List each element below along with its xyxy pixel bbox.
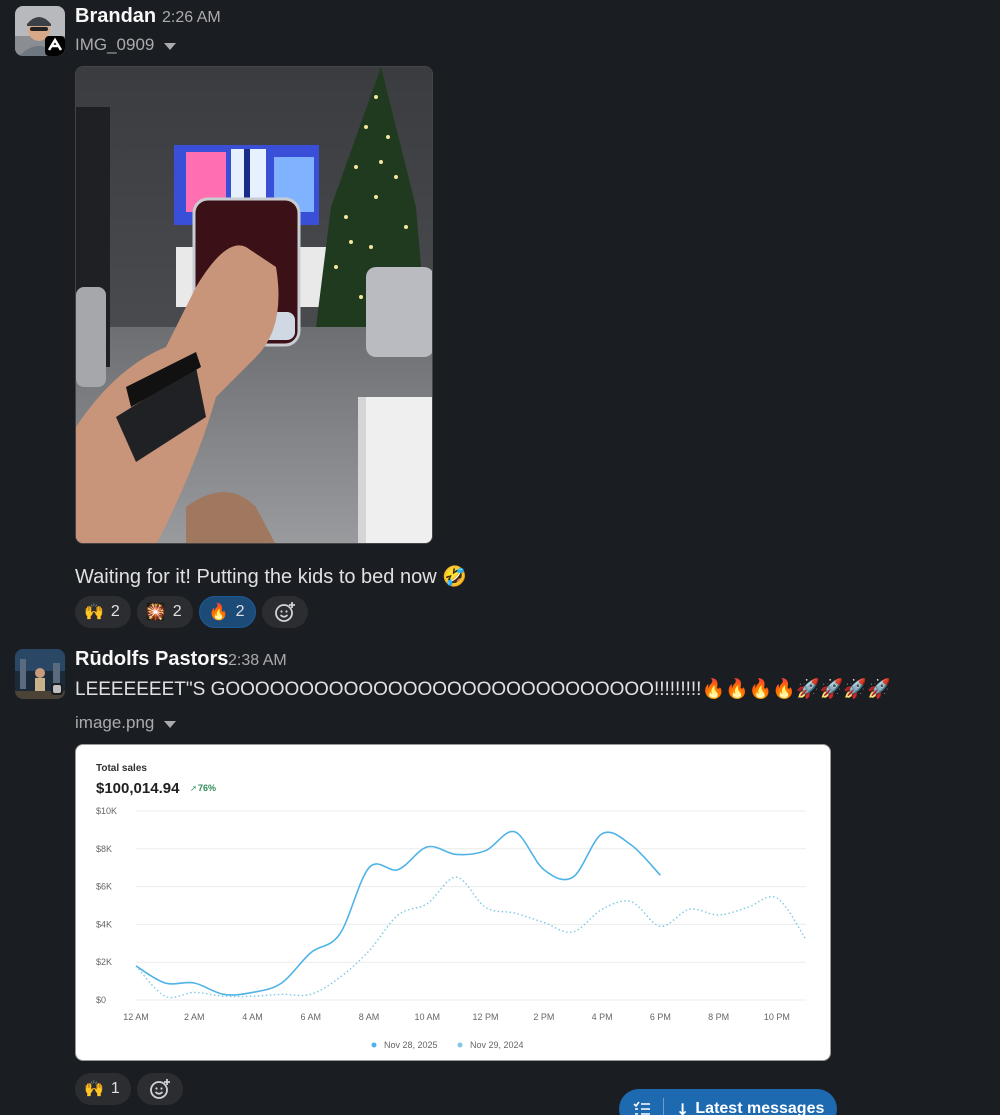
file-name-toggle[interactable]: image.png (75, 713, 177, 733)
x-tick-label: 8 AM (359, 1012, 380, 1022)
sales-chart: Total sales $100,014.94 ↗ 76% $0 $2K $4K $6… (96, 763, 807, 1050)
reactions-bar: 🙌 1 (75, 1073, 183, 1105)
raised-hands-icon: 🙌 (84, 604, 104, 621)
legend-marker (457, 1042, 463, 1048)
divider (663, 1098, 664, 1115)
chart-title: Total sales (96, 763, 147, 774)
add-emoji-icon (275, 602, 296, 622)
x-tick-label: 4 AM (242, 1012, 263, 1022)
change-percent: 76% (198, 783, 216, 793)
reaction-raised-hands[interactable]: 🙌 2 (75, 596, 131, 628)
raised-hands-icon: 🙌 (84, 1081, 104, 1098)
x-tick-label: 12 PM (473, 1012, 499, 1022)
reactions-bar: 🙌 2 🎇 2 🔥 2 (75, 596, 309, 628)
legend-marker (371, 1042, 377, 1048)
x-tick-label: 2 PM (533, 1012, 554, 1022)
y-tick-label: $0 (96, 995, 106, 1005)
series-line (135, 830, 661, 996)
x-tick-label: 10 AM (415, 1012, 441, 1022)
reaction-count: 2 (172, 603, 182, 620)
add-reaction-button[interactable] (136, 1073, 183, 1105)
add-reaction-button[interactable] (262, 596, 309, 628)
add-emoji-icon (149, 1079, 170, 1099)
x-tick-label: 10 PM (764, 1012, 790, 1022)
avatar[interactable] (15, 6, 65, 56)
file-name: image.png (75, 713, 155, 732)
chart-attachment[interactable]: Total sales $100,014.94 ↗ 76% $0 $2K $4K $6… (75, 744, 831, 1061)
timestamp[interactable]: 2:38 AM (228, 652, 287, 670)
x-tick-label: 4 PM (592, 1012, 613, 1022)
trend-up-icon: ↗ (190, 784, 197, 793)
y-tick-label: $2K (96, 957, 112, 967)
file-name: IMG_0909 (75, 35, 155, 54)
x-tick-label: 8 PM (708, 1012, 729, 1022)
chevron-down-icon (164, 720, 177, 728)
list-icon (633, 1101, 650, 1115)
total-value: $100,014.94 (96, 780, 180, 797)
y-tick-label: $4K (96, 919, 112, 929)
message-text: Waiting for it! Putting the kids to bed … (75, 566, 468, 588)
y-tick-label: $8K (96, 844, 112, 854)
message-text: LEEEEEEET"S GOOOOOOOOOOOOOOOOOOOOOOOOOOO… (75, 679, 891, 700)
series-line (135, 876, 807, 999)
y-tick-label: $10K (96, 806, 117, 816)
image-attachment[interactable] (75, 66, 433, 544)
legend-label: Nov 29, 2024 (470, 1040, 524, 1050)
fireworks-icon: 🎇 (145, 604, 166, 621)
reaction-count: 2 (235, 603, 245, 620)
x-tick-label: 2 AM (184, 1012, 205, 1022)
y-tick-label: $6K (96, 882, 112, 892)
latest-messages-button[interactable]: ↓ Latest messages (619, 1089, 837, 1115)
author-name[interactable]: Rūdolfs Pastors (75, 648, 228, 671)
reaction-fireworks[interactable]: 🎇 2 (136, 596, 193, 628)
reaction-count: 1 (110, 1080, 120, 1097)
reaction-count: 2 (110, 603, 120, 620)
arrow-down-icon: ↓ (676, 1099, 690, 1115)
author-name[interactable]: Brandan (75, 5, 156, 28)
reaction-fire[interactable]: 🔥 2 (198, 596, 257, 628)
fire-icon: 🔥 (208, 604, 229, 621)
avatar[interactable] (15, 649, 65, 699)
legend-label: Nov 28, 2025 (384, 1040, 438, 1050)
file-name-toggle[interactable]: IMG_0909 (75, 35, 177, 55)
latest-messages-label: Latest messages (695, 1100, 825, 1115)
reaction-raised-hands[interactable]: 🙌 1 (75, 1073, 131, 1105)
chevron-down-icon (164, 42, 177, 50)
x-tick-label: 6 AM (301, 1012, 322, 1022)
x-tick-label: 12 AM (123, 1012, 149, 1022)
timestamp[interactable]: 2:26 AM (162, 9, 221, 27)
x-tick-label: 6 PM (650, 1012, 671, 1022)
